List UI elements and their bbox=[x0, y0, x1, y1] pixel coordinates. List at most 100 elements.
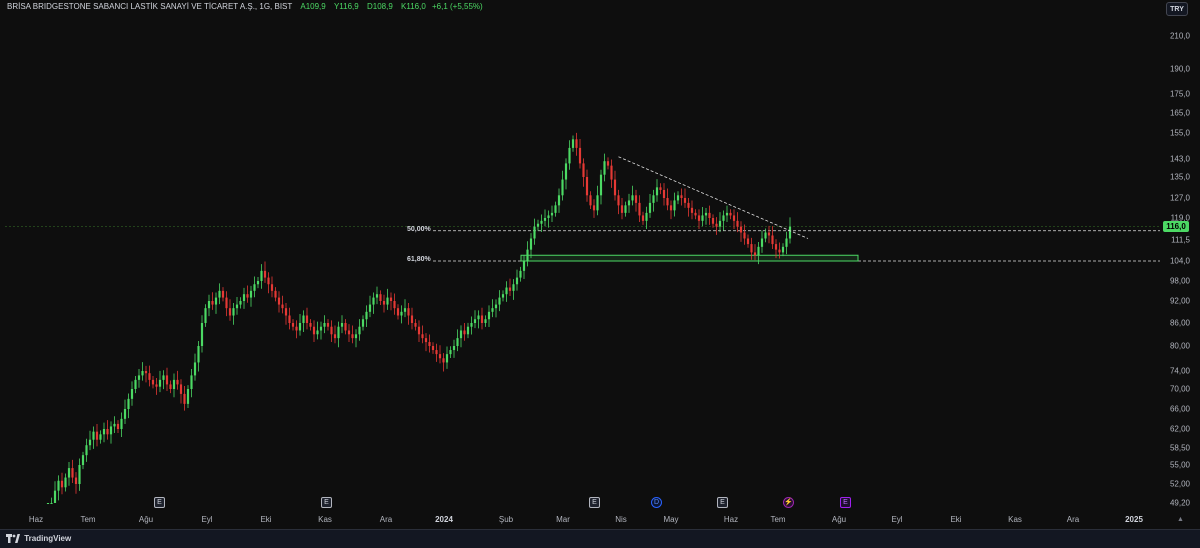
candle-body bbox=[134, 379, 137, 389]
earnings-upcoming-event-icon[interactable]: E bbox=[840, 497, 851, 508]
time-axis-label: Ağu bbox=[138, 515, 154, 524]
price-axis-label: 74,00 bbox=[1169, 366, 1190, 376]
candle-body bbox=[284, 308, 288, 316]
candle-body bbox=[753, 252, 757, 256]
scroll-right-icon[interactable]: ▲ bbox=[1177, 516, 1184, 523]
candle-body bbox=[697, 215, 701, 221]
candle-body bbox=[767, 232, 771, 236]
split-event-icon[interactable]: ⚡ bbox=[783, 497, 794, 508]
candle-body bbox=[417, 326, 421, 335]
time-axis-label: Kas bbox=[318, 515, 332, 524]
candle-body bbox=[179, 384, 183, 394]
candle-body bbox=[50, 503, 53, 504]
time-axis-label: Tem bbox=[80, 515, 96, 524]
candle-body bbox=[431, 346, 435, 351]
candle-body bbox=[634, 195, 638, 203]
candle-body bbox=[46, 503, 50, 504]
time-axis-label: Eki bbox=[260, 515, 272, 524]
tradingview-icon bbox=[6, 534, 20, 544]
candle-body bbox=[652, 195, 655, 203]
earnings-event-icon[interactable]: E bbox=[589, 497, 600, 508]
fib-level-label: 50,00% bbox=[407, 225, 431, 233]
candle-body bbox=[484, 319, 487, 323]
candle-body bbox=[193, 362, 197, 376]
candle-body bbox=[613, 179, 617, 196]
candle-body bbox=[351, 334, 354, 339]
candle-body bbox=[382, 301, 386, 305]
candle-body bbox=[715, 223, 718, 227]
candle-body bbox=[263, 270, 267, 278]
candle-body bbox=[116, 423, 120, 429]
candle-body bbox=[260, 270, 263, 281]
candle-body bbox=[172, 379, 176, 389]
candle-body bbox=[141, 371, 144, 376]
candle-body bbox=[288, 315, 291, 323]
candle-body bbox=[144, 371, 148, 374]
candle-body bbox=[183, 393, 186, 404]
candle-body bbox=[508, 287, 512, 291]
candle-body bbox=[540, 220, 543, 224]
time-axis-label: Ara bbox=[379, 515, 393, 524]
tradingview-logo[interactable]: TradingView bbox=[6, 534, 71, 544]
time-axis-label: Nis bbox=[615, 515, 627, 524]
candle-body bbox=[680, 195, 683, 198]
candle-body bbox=[340, 323, 344, 327]
candle-body bbox=[190, 375, 193, 389]
candle-body bbox=[130, 389, 134, 399]
price-axis-label: 70,00 bbox=[1169, 384, 1190, 394]
candle-body bbox=[456, 338, 459, 346]
candle-body bbox=[228, 308, 232, 316]
candle-body bbox=[253, 284, 256, 291]
candle-body bbox=[95, 431, 99, 440]
candle-body bbox=[400, 311, 403, 316]
earnings-event-icon[interactable]: E bbox=[154, 497, 165, 508]
price-axis-label: 49,20 bbox=[1169, 498, 1190, 508]
dividend-event-icon[interactable]: D bbox=[651, 497, 662, 508]
candle-body bbox=[53, 490, 57, 503]
legend-high: Y116,9 bbox=[333, 2, 359, 11]
candle-body bbox=[176, 379, 179, 385]
price-axis-label: 98,00 bbox=[1169, 276, 1190, 286]
candle-body bbox=[438, 354, 442, 359]
support-zone-box bbox=[520, 254, 859, 262]
candle-body bbox=[585, 177, 589, 196]
candle-body bbox=[470, 323, 473, 327]
candle-body bbox=[442, 358, 445, 363]
candle-body bbox=[421, 334, 424, 339]
candle-body bbox=[277, 297, 281, 305]
candle-body bbox=[435, 350, 438, 355]
candle-body bbox=[386, 297, 389, 305]
candle-body bbox=[60, 480, 64, 488]
earnings-event-icon[interactable]: E bbox=[717, 497, 728, 508]
candle-body bbox=[603, 161, 606, 175]
candle-body bbox=[312, 326, 316, 335]
candle-body bbox=[291, 323, 295, 327]
legend-low: D108,9 bbox=[366, 2, 393, 11]
fib-level-label: 61,80% bbox=[407, 256, 431, 263]
time-axis-label: Eyl bbox=[891, 515, 903, 524]
earnings-event-icon[interactable]: E bbox=[321, 497, 332, 508]
candle-body bbox=[711, 218, 715, 224]
symbol-name[interactable]: BRİSA BRIDGESTONE SABANCI LASTİK SANAYİ … bbox=[7, 2, 292, 11]
candle-body bbox=[774, 244, 778, 250]
price-plot[interactable] bbox=[0, 0, 1200, 548]
candle-body bbox=[109, 426, 113, 435]
currency-button[interactable]: TRY bbox=[1166, 2, 1188, 16]
candle-body bbox=[186, 389, 190, 404]
candle-body bbox=[393, 301, 396, 309]
candle-body bbox=[501, 294, 505, 298]
chart-area[interactable] bbox=[0, 0, 1200, 548]
price-axis-label: 52,00 bbox=[1169, 479, 1190, 489]
candle-body bbox=[71, 468, 74, 478]
candle-body bbox=[155, 384, 158, 387]
price-axis-label: 66,00 bbox=[1169, 404, 1190, 414]
candle-body bbox=[396, 308, 400, 316]
price-axis-label: 80,00 bbox=[1169, 341, 1190, 351]
candle-body bbox=[610, 165, 613, 180]
price-axis-label: 155,0 bbox=[1169, 128, 1190, 138]
candle-body bbox=[221, 290, 225, 298]
candle-body bbox=[137, 375, 141, 380]
candle-body bbox=[466, 326, 470, 335]
candle-body bbox=[123, 409, 127, 419]
candle-body bbox=[641, 215, 645, 221]
